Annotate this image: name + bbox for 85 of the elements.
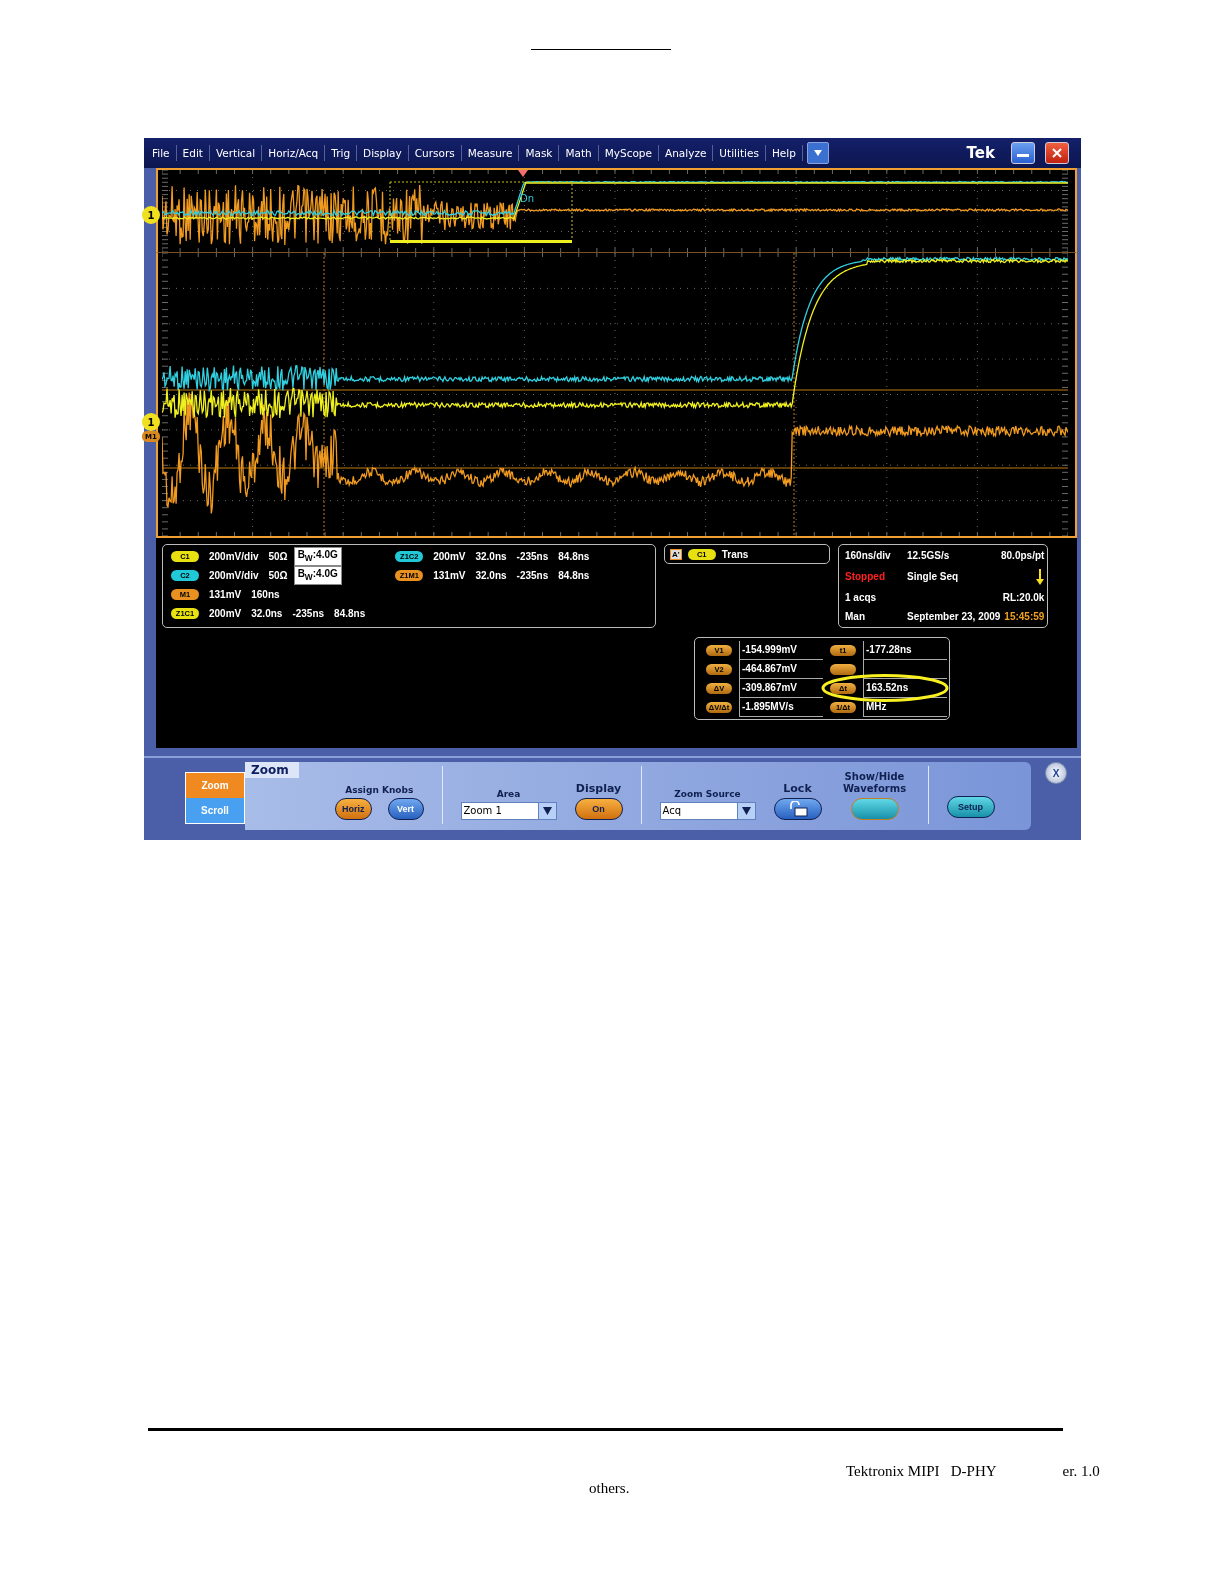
menu-item[interactable]: Display bbox=[357, 145, 409, 161]
menu-item[interactable]: Math bbox=[559, 145, 599, 161]
lock-button[interactable] bbox=[773, 798, 822, 820]
caret-icon bbox=[542, 807, 552, 815]
cursor-badge[interactable] bbox=[830, 664, 856, 675]
readout-value: 50Ω bbox=[268, 550, 288, 562]
footer-text: er. 1.0 bbox=[1062, 1463, 1100, 1480]
menu-item[interactable]: Cursors bbox=[408, 145, 462, 161]
dropdown-field[interactable]: Zoom 1 bbox=[460, 802, 557, 820]
close-button[interactable] bbox=[1045, 142, 1069, 164]
readout-value: -235ns bbox=[516, 569, 549, 581]
minimize-button[interactable] bbox=[1011, 142, 1035, 164]
readout-value: 131mV bbox=[209, 588, 242, 600]
readout-value: September 23, 2009 bbox=[907, 610, 1001, 622]
caret-icon bbox=[741, 807, 751, 815]
close-button[interactable]: X bbox=[1045, 762, 1067, 784]
knob-button[interactable]: Vert bbox=[387, 798, 424, 820]
menu-item[interactable]: Trig bbox=[325, 145, 358, 161]
close-icon bbox=[1052, 148, 1062, 158]
readout-value: 1 acqs bbox=[845, 592, 878, 604]
readout-value: 15:45:59 bbox=[1004, 610, 1045, 622]
readout-value: 131mV bbox=[433, 569, 466, 581]
readout-value: 200mV bbox=[433, 550, 466, 562]
knob-button[interactable]: Horiz bbox=[335, 798, 372, 820]
minimize-icon bbox=[1017, 154, 1029, 158]
group-label: Lock bbox=[783, 782, 812, 795]
readout-value: 84.8ns bbox=[334, 607, 366, 619]
menu-dropdown-button[interactable] bbox=[806, 142, 829, 164]
menu-item[interactable]: Mask bbox=[519, 145, 560, 161]
readout-value: 200mV/div bbox=[209, 569, 259, 581]
caret-icon bbox=[812, 149, 823, 157]
readout-value: 160ns/div bbox=[845, 550, 892, 562]
field-label: Area bbox=[496, 789, 521, 799]
readout-value: 200mV bbox=[209, 607, 242, 619]
readout-value: 84.8ns bbox=[558, 569, 590, 581]
readout-value: 50Ω bbox=[268, 569, 288, 581]
setup-button[interactable]: Setup bbox=[946, 796, 995, 818]
readout-value: 84.8ns bbox=[558, 550, 590, 562]
cursor-value-cell: -154.999mV bbox=[739, 641, 823, 660]
group-label: Assign Knobs bbox=[345, 785, 414, 795]
bandwidth-field: B$_{W}$:4.0G bbox=[293, 565, 342, 585]
field-label: Zoom Source bbox=[674, 789, 741, 799]
readout-value: -235ns bbox=[516, 550, 549, 562]
cursor-value-cell: MHz bbox=[863, 698, 947, 717]
readout-value: Man bbox=[845, 610, 866, 622]
trigger-type: Trans bbox=[721, 548, 749, 560]
readout-value: 32.0ns bbox=[475, 569, 507, 581]
group-label: Display bbox=[575, 782, 622, 795]
panel-title: Zoom bbox=[245, 762, 299, 778]
footer-text: Tektronix MIPI D-PHY bbox=[846, 1463, 997, 1480]
bandwidth-field: B$_{W}$:4.0G bbox=[293, 546, 342, 566]
logo-text: Tek bbox=[966, 144, 995, 162]
readout-value: -235ns bbox=[292, 607, 325, 619]
menu-item[interactable]: File bbox=[146, 145, 177, 161]
readout-value: RL:20.0k bbox=[1002, 592, 1045, 604]
menu-item[interactable]: Analyze bbox=[659, 145, 714, 161]
footer-text: others. bbox=[589, 1480, 631, 1497]
readout-value: 200mV/div bbox=[209, 550, 259, 562]
dropdown-field[interactable]: Acq bbox=[659, 802, 756, 820]
readout-value: 32.0ns bbox=[475, 550, 507, 562]
readout-value: 160ns bbox=[251, 588, 280, 600]
readout-value: 32.0ns bbox=[251, 607, 283, 619]
trigger-label: A' bbox=[670, 548, 682, 560]
cursor-value-cell: 163.52ns bbox=[863, 679, 947, 698]
menu-item[interactable]: Edit bbox=[176, 145, 210, 161]
readout-value: 12.5GS/s bbox=[907, 550, 951, 562]
menu-item[interactable]: Help bbox=[765, 145, 803, 161]
cursor-value-cell: -1.895MV/s bbox=[739, 698, 823, 717]
menu-item[interactable]: Vertical bbox=[209, 145, 263, 161]
channel-marker[interactable]: 1 bbox=[142, 206, 160, 224]
display-toggle-button[interactable]: On bbox=[574, 798, 623, 820]
cursor-value-cell: -309.867mV bbox=[739, 679, 823, 698]
readout-value: Single Seq bbox=[907, 571, 960, 583]
cursor-value-cell: -464.867mV bbox=[739, 660, 823, 679]
channel-marker[interactable]: 1 bbox=[142, 413, 160, 431]
readout-value: 80.0ps/pt bbox=[1001, 550, 1045, 562]
waveform-label: Dn bbox=[520, 193, 535, 204]
lock-icon bbox=[787, 801, 808, 817]
menu-item[interactable]: Measure bbox=[461, 145, 520, 161]
menu-item[interactable]: Horiz/Acq bbox=[262, 145, 326, 161]
cursor-value-cell: -177.28ns bbox=[863, 641, 947, 660]
menu-item[interactable]: MyScope bbox=[598, 145, 659, 161]
group-label: Show/Hide Waveforms bbox=[841, 771, 908, 795]
readout-value: Stopped bbox=[845, 571, 886, 583]
menu-item[interactable]: Utilities bbox=[713, 145, 766, 161]
